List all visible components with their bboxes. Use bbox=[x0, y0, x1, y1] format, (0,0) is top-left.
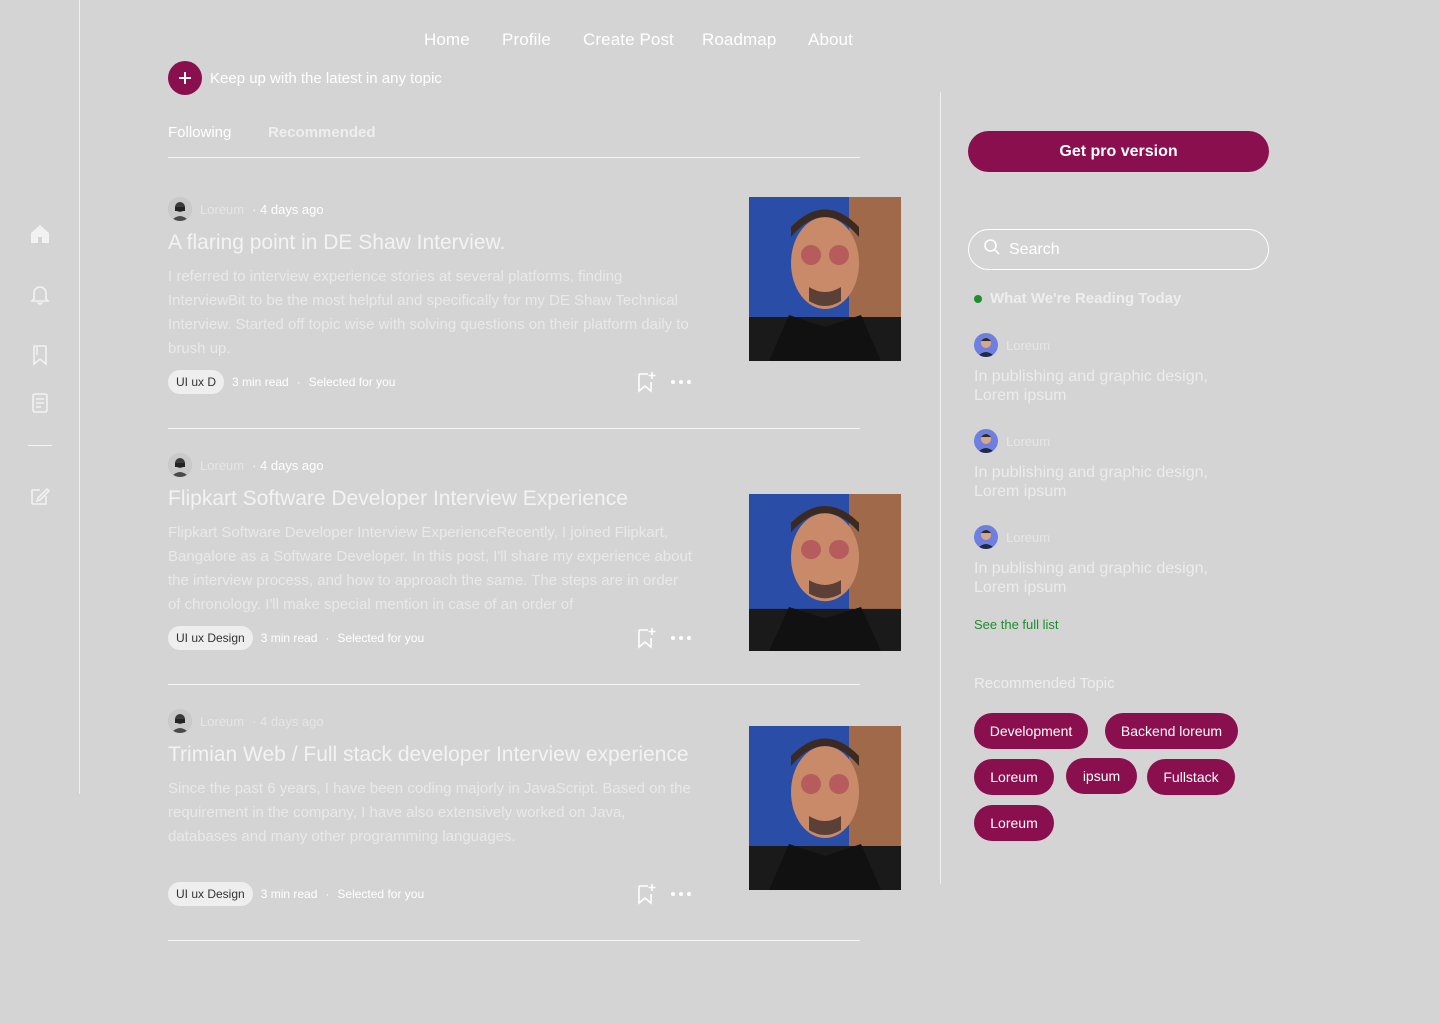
nav-about[interactable]: About bbox=[808, 30, 853, 50]
more-icon[interactable] bbox=[669, 370, 693, 394]
avatar bbox=[168, 709, 192, 733]
reading-title-text[interactable]: In publishing and graphic design, Lorem … bbox=[974, 463, 1224, 501]
reading-item[interactable]: Loreum In publishing and graphic design,… bbox=[974, 429, 1234, 501]
author-name[interactable]: Loreum bbox=[200, 714, 244, 729]
author-row: Loreum · 4 days ago bbox=[168, 197, 324, 221]
author-row: Loreum · 4 days ago bbox=[168, 709, 324, 733]
reading-item[interactable]: Loreum In publishing and graphic design,… bbox=[974, 333, 1234, 405]
read-time: 3 min read bbox=[260, 887, 318, 901]
add-topic-button[interactable] bbox=[168, 61, 202, 95]
reading-author: Loreum bbox=[974, 525, 1234, 549]
article-title[interactable]: Trimian Web / Full stack developer Inter… bbox=[168, 743, 689, 767]
author-row: Loreum · 4 days ago bbox=[168, 453, 324, 477]
bookmark-add-icon[interactable] bbox=[634, 626, 658, 650]
posted-time: · 4 days ago bbox=[252, 713, 324, 729]
tab-recommended[interactable]: Recommended bbox=[268, 124, 376, 141]
article-excerpt: Since the past 6 years, I have been codi… bbox=[168, 780, 691, 845]
avatar bbox=[974, 429, 998, 453]
reading-author: Loreum bbox=[974, 333, 1234, 357]
article-divider bbox=[168, 940, 860, 941]
author-name[interactable]: Loreum bbox=[1006, 434, 1050, 449]
plus-icon bbox=[179, 72, 191, 84]
reading-author: Loreum bbox=[974, 429, 1234, 453]
nav-home[interactable]: Home bbox=[424, 30, 470, 50]
bell-icon[interactable] bbox=[28, 282, 52, 306]
sidebar-divider bbox=[28, 445, 52, 446]
article-thumbnail[interactable] bbox=[749, 197, 901, 361]
author-name[interactable]: Loreum bbox=[200, 202, 244, 217]
article-divider bbox=[168, 428, 860, 429]
read-time: 3 min read bbox=[232, 375, 289, 389]
nav-create-post[interactable]: Create Post bbox=[583, 30, 674, 50]
home-icon[interactable] bbox=[28, 222, 52, 246]
reading-item[interactable]: Loreum In publishing and graphic design,… bbox=[974, 525, 1234, 597]
left-sidebar bbox=[0, 0, 80, 794]
get-pro-button[interactable]: Get pro version bbox=[968, 131, 1269, 172]
article-thumbnail[interactable] bbox=[749, 726, 901, 890]
bookmark-icon[interactable] bbox=[28, 343, 52, 367]
tag-chip[interactable]: UI ux Design bbox=[168, 882, 253, 906]
reading-title: What We're Reading Today bbox=[990, 290, 1182, 307]
author-name[interactable]: Loreum bbox=[1006, 338, 1050, 353]
reading-title-text[interactable]: In publishing and graphic design, Lorem … bbox=[974, 367, 1224, 405]
topic-pill[interactable]: Loreum bbox=[974, 805, 1054, 841]
selected-label: Selected for you bbox=[337, 631, 425, 645]
bookmark-add-icon[interactable] bbox=[634, 882, 658, 906]
nav-roadmap[interactable]: Roadmap bbox=[702, 30, 776, 50]
topic-prompt: Keep up with the latest in any topic bbox=[210, 70, 442, 87]
see-full-list-link[interactable]: See the full list bbox=[974, 617, 1059, 632]
article-card[interactable]: Loreum · 4 days ago Trimian Web / Full s… bbox=[168, 709, 901, 909]
author-name[interactable]: Loreum bbox=[1006, 530, 1050, 545]
selected-label: Selected for you bbox=[337, 887, 425, 901]
tab-following[interactable]: Following bbox=[168, 124, 231, 141]
avatar bbox=[974, 525, 998, 549]
search-icon bbox=[983, 238, 1001, 261]
posted-time: · 4 days ago bbox=[252, 457, 324, 473]
author-name[interactable]: Loreum bbox=[200, 458, 244, 473]
avatar bbox=[168, 453, 192, 477]
recommended-topic-title: Recommended Topic bbox=[974, 675, 1115, 692]
tabs-divider bbox=[168, 157, 860, 158]
reading-title-text[interactable]: In publishing and graphic design, Lorem … bbox=[974, 559, 1224, 597]
topic-pill[interactable]: Development bbox=[974, 713, 1088, 749]
article-thumbnail[interactable] bbox=[749, 494, 901, 651]
more-icon[interactable] bbox=[669, 882, 693, 906]
article-meta: UI ux D 3 min read · Selected for you bbox=[168, 370, 395, 394]
meta-separator: · bbox=[296, 375, 301, 389]
avatar bbox=[168, 197, 192, 221]
article-excerpt: I referred to interview experience stori… bbox=[168, 268, 689, 357]
topic-pill[interactable]: Loreum bbox=[974, 759, 1054, 795]
topic-pill[interactable]: ipsum bbox=[1066, 758, 1137, 794]
article-card[interactable]: Loreum · 4 days ago Flipkart Software De… bbox=[168, 453, 901, 653]
search-input[interactable] bbox=[1009, 240, 1249, 259]
meta-separator: · bbox=[325, 631, 330, 645]
reading-header: What We're Reading Today bbox=[974, 290, 1181, 307]
tag-chip[interactable]: UI ux D bbox=[168, 370, 225, 394]
search-box[interactable] bbox=[968, 229, 1269, 270]
article-meta: UI ux Design 3 min read · Selected for y… bbox=[168, 626, 424, 650]
column-divider bbox=[940, 92, 941, 884]
status-dot bbox=[974, 294, 982, 303]
article-title[interactable]: Flipkart Software Developer Interview Ex… bbox=[168, 487, 628, 511]
read-time: 3 min read bbox=[260, 631, 318, 645]
edit-icon[interactable] bbox=[28, 484, 52, 508]
selected-label: Selected for you bbox=[308, 375, 396, 389]
meta-separator: · bbox=[325, 887, 330, 901]
article-card[interactable]: Loreum · 4 days ago A flaring point in D… bbox=[168, 197, 901, 397]
topic-pill[interactable]: Fullstack bbox=[1147, 759, 1235, 795]
nav-profile[interactable]: Profile bbox=[502, 30, 551, 50]
article-meta: UI ux Design 3 min read · Selected for y… bbox=[168, 882, 424, 906]
more-icon[interactable] bbox=[669, 626, 693, 650]
avatar bbox=[974, 333, 998, 357]
article-title[interactable]: A flaring point in DE Shaw Interview. bbox=[168, 231, 505, 255]
tag-chip[interactable]: UI ux Design bbox=[168, 626, 253, 650]
article-divider bbox=[168, 684, 860, 685]
article-excerpt: Flipkart Software Developer Interview Ex… bbox=[168, 524, 692, 613]
document-icon[interactable] bbox=[28, 391, 52, 415]
topic-pill[interactable]: Backend loreum bbox=[1105, 713, 1238, 749]
bookmark-add-icon[interactable] bbox=[634, 370, 658, 394]
posted-time: · 4 days ago bbox=[252, 201, 324, 217]
